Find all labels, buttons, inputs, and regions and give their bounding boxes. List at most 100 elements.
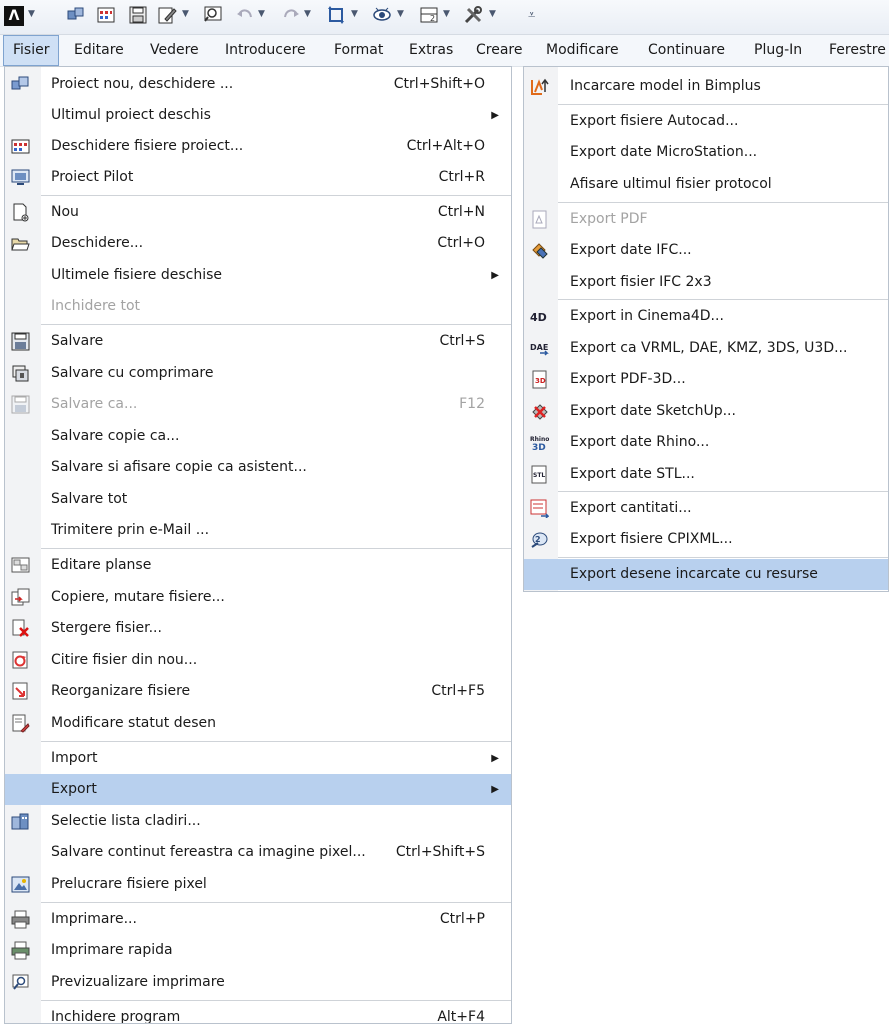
menu-item-reorganize-files[interactable]: Reorganizare fisiere Ctrl+F5 xyxy=(5,676,511,707)
chevron-down-icon[interactable]: ▼ xyxy=(443,9,450,19)
menu-item-close-all[interactable]: Inchidere tot xyxy=(5,291,511,322)
menu-item-label: Copiere, mutare fisiere... xyxy=(51,589,225,605)
menu-item-label: Salvare continut fereastra ca imagine pi… xyxy=(51,844,366,860)
menu-continuare[interactable]: Continuare xyxy=(639,35,734,66)
image-icon xyxy=(11,875,30,894)
open-folder-icon xyxy=(11,234,30,253)
menu-item-save-copy-assistant[interactable]: Salvare si afisare copie ca asistent... xyxy=(5,452,511,483)
tools-icon[interactable] xyxy=(463,5,483,25)
submenu-item-export-quantities[interactable]: Export cantitati... xyxy=(524,493,888,524)
menu-item-reload-file[interactable]: Citire fisier din nou... xyxy=(5,645,511,676)
menu-item-label: Imprimare rapida xyxy=(51,942,173,958)
menu-item-exit-program[interactable]: Inchidere program Alt+F4 xyxy=(5,1002,511,1023)
save-icon[interactable] xyxy=(128,5,148,25)
menu-fisier[interactable]: Fisier xyxy=(3,35,60,66)
menu-creare[interactable]: Creare xyxy=(467,35,531,66)
submenu-item-export-stl[interactable]: STL Export date STL... xyxy=(524,459,888,490)
grid-icon[interactable] xyxy=(96,5,116,25)
menu-item-last-project[interactable]: Ultimul proiect deschis ▶ xyxy=(5,100,511,131)
submenu-item-export-pdf[interactable]: Export PDF xyxy=(524,204,888,235)
menu-item-quick-print[interactable]: Imprimare rapida xyxy=(5,935,511,966)
rotate-icon[interactable] xyxy=(326,5,346,25)
customize-icon[interactable]: ⩡ xyxy=(528,8,535,23)
chevron-down-icon[interactable]: ▼ xyxy=(258,9,265,19)
chevron-down-icon[interactable]: ▼ xyxy=(397,9,404,19)
menu-item-copy-move-files[interactable]: Copiere, mutare fisiere... xyxy=(5,582,511,613)
submenu-item-bimplus-upload[interactable]: Incarcare model in Bimplus xyxy=(524,71,888,102)
shortcut-text: Ctrl+P xyxy=(439,911,485,927)
chevron-down-icon[interactable]: ▼ xyxy=(182,9,189,19)
buildings-icon xyxy=(11,812,30,831)
menu-separator xyxy=(558,202,888,203)
menu-item-save[interactable]: Salvare Ctrl+S xyxy=(5,326,511,357)
menu-item-change-drawing-status[interactable]: Modificare statut desen xyxy=(5,708,511,739)
undo-icon[interactable] xyxy=(235,5,255,25)
menu-item-print[interactable]: Imprimare... Ctrl+P xyxy=(5,904,511,935)
layer-icon[interactable]: 2 xyxy=(419,5,439,25)
menu-item-import[interactable]: Import ▶ xyxy=(5,743,511,774)
submenu-item-export-loaded-drawings[interactable]: Export desene incarcate cu resurse xyxy=(524,559,888,590)
menu-item-pilot-project[interactable]: Proiect Pilot Ctrl+R xyxy=(5,162,511,193)
menu-item-edit-sheets[interactable]: Editare planse xyxy=(5,550,511,581)
menu-item-export[interactable]: Export ▶ xyxy=(5,774,511,805)
export-submenu: Incarcare model in Bimplus Export fisier… xyxy=(523,66,889,592)
menu-item-label: Salvare xyxy=(51,333,104,349)
menu-plug-in[interactable]: Plug-In xyxy=(745,35,811,66)
menu-item-save-copy-as[interactable]: Salvare copie ca... xyxy=(5,421,511,452)
reload-icon xyxy=(11,651,30,670)
eye-icon[interactable] xyxy=(372,5,392,25)
menu-editare[interactable]: Editare xyxy=(65,35,133,66)
menu-item-delete-file[interactable]: Stergere fisier... xyxy=(5,613,511,644)
menu-extras[interactable]: Extras xyxy=(400,35,462,66)
menu-modificare[interactable]: Modificare xyxy=(537,35,628,66)
chevron-down-icon[interactable]: ▼ xyxy=(28,9,35,19)
chevron-down-icon[interactable]: ▼ xyxy=(351,9,358,19)
chevron-down-icon[interactable]: ▼ xyxy=(304,9,311,19)
menu-item-save-as[interactable]: Salvare ca... F12 xyxy=(5,389,511,420)
menu-item-send-email[interactable]: Trimitere prin e-Mail ... xyxy=(5,515,511,546)
menu-format[interactable]: Format xyxy=(325,35,392,66)
submenu-item-export-ifc[interactable]: Export date IFC... xyxy=(524,235,888,266)
submenu-item-export-vrml[interactable]: DAE Export ca VRML, DAE, KMZ, 3DS, U3D..… xyxy=(524,333,888,364)
submenu-item-label: Export date SketchUp... xyxy=(570,403,736,419)
cube-stack-icon[interactable] xyxy=(66,5,86,25)
submenu-item-export-pdf-3d[interactable]: 3D Export PDF-3D... xyxy=(524,364,888,395)
submenu-item-export-autocad[interactable]: Export fisiere Autocad... xyxy=(524,106,888,137)
menu-item-label: Trimitere prin e-Mail ... xyxy=(51,522,210,538)
menubar: Fisier Editare Vedere Introducere Format… xyxy=(0,35,889,67)
project-icon xyxy=(11,75,30,94)
menu-item-select-buildings[interactable]: Selectie lista cladiri... xyxy=(5,806,511,837)
submenu-item-export-microstation[interactable]: Export date MicroStation... xyxy=(524,137,888,168)
cinema4d-icon: 4D xyxy=(530,307,549,326)
chevron-down-icon[interactable]: ▼ xyxy=(489,9,496,19)
menu-item-new[interactable]: Nou Ctrl+N xyxy=(5,197,511,228)
menu-separator xyxy=(41,548,511,549)
menu-item-save-compressed[interactable]: Salvare cu comprimare xyxy=(5,358,511,389)
menu-item-label: Prelucrare fisiere pixel xyxy=(51,876,207,892)
menu-separator xyxy=(41,195,511,196)
menu-item-label: Salvare cu comprimare xyxy=(51,365,214,381)
menu-item-new-project[interactable]: Proiect nou, deschidere ... Ctrl+Shift+O xyxy=(5,69,511,100)
menu-item-recent-files[interactable]: Ultimele fisiere deschise ▶ xyxy=(5,260,511,291)
print-preview-icon xyxy=(11,973,30,992)
menu-item-pixel-files[interactable]: Prelucrare fisiere pixel xyxy=(5,869,511,900)
submenu-item-show-protocol[interactable]: Afisare ultimul fisier protocol xyxy=(524,169,888,200)
menu-item-open[interactable]: Deschidere... Ctrl+O xyxy=(5,228,511,259)
search-icon[interactable] xyxy=(203,5,223,25)
submenu-item-export-ifc-2x3[interactable]: Export fisier IFC 2x3 xyxy=(524,267,888,298)
menu-item-open-project-files[interactable]: Deschidere fisiere proiect... Ctrl+Alt+O xyxy=(5,131,511,162)
submenu-item-export-cinema4d[interactable]: 4D Export in Cinema4D... xyxy=(524,301,888,332)
menu-vedere[interactable]: Vedere xyxy=(141,35,208,66)
menu-item-print-preview[interactable]: Previzualizare imprimare xyxy=(5,967,511,998)
menu-item-save-all[interactable]: Salvare tot xyxy=(5,484,511,515)
shortcut-text: Ctrl+F5 xyxy=(431,683,485,699)
menu-item-save-window-image[interactable]: Salvare continut fereastra ca imagine pi… xyxy=(5,837,511,868)
menu-introducere[interactable]: Introducere xyxy=(216,35,315,66)
edit-icon[interactable] xyxy=(157,5,177,25)
submenu-item-export-sketchup[interactable]: Export date SketchUp... xyxy=(524,396,888,427)
submenu-item-export-rhino[interactable]: Rhino 3D Export date Rhino... xyxy=(524,427,888,458)
app-logo[interactable]: Λ xyxy=(4,6,24,26)
redo-icon[interactable] xyxy=(281,5,301,25)
submenu-item-export-cpixml[interactable]: 2 Export fisiere CPIXML... xyxy=(524,524,888,555)
menu-ferestre[interactable]: Ferestre xyxy=(820,35,889,66)
